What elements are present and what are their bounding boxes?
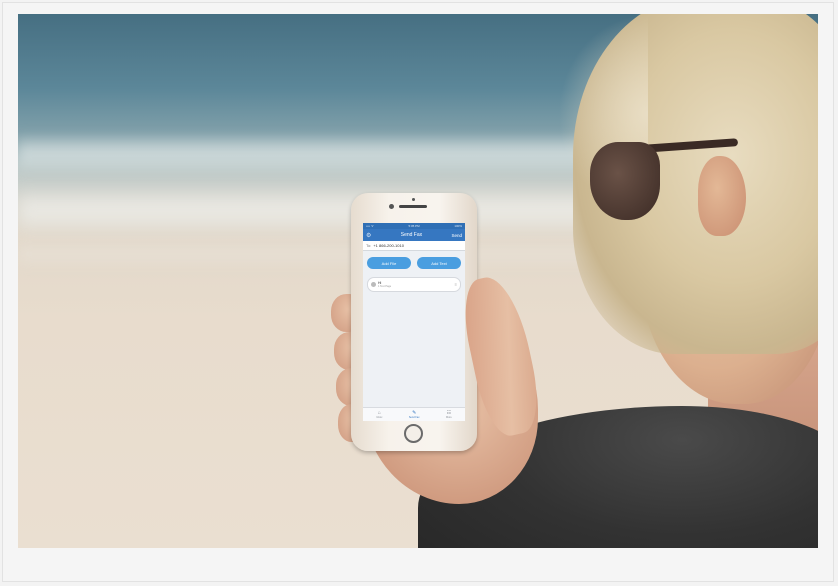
status-time: 5:05 PM (408, 224, 420, 228)
tab-label: Send Fax (408, 415, 420, 419)
add-text-button[interactable]: Add Text (417, 257, 461, 269)
to-label: To: (366, 243, 372, 248)
tab-inbox[interactable]: ⌂ Inbox (376, 410, 383, 419)
attachment-meta: Hi 1 Text Page (378, 281, 391, 289)
front-camera (389, 204, 394, 209)
recipient-field[interactable]: To: +1 866-200-1010 (363, 241, 465, 251)
remove-attachment-icon[interactable] (371, 282, 376, 287)
tab-label: Inbox (376, 415, 383, 419)
carrier-signal: •••• ᯤ (366, 224, 374, 228)
home-button (404, 424, 423, 443)
attachment-subtitle: 1 Text Page (378, 284, 392, 288)
sunglasses (590, 142, 660, 220)
tab-label: More (446, 415, 452, 419)
tab-more[interactable]: ☷ More (446, 410, 452, 419)
caption-strip (18, 548, 818, 580)
earpiece-speaker (399, 205, 427, 208)
tab-bar: ⌂ Inbox ✎ Send Fax ☷ More (363, 407, 465, 421)
add-file-button[interactable]: Add File (367, 257, 411, 269)
reorder-handle-icon[interactable]: ≡ (455, 282, 457, 287)
nav-bar: ⚙ Send Fax Send (363, 229, 465, 241)
phone-sensor (412, 198, 415, 201)
fax-number: +1 866-200-1010 (373, 243, 404, 248)
tab-send-fax[interactable]: ✎ Send Fax (408, 410, 420, 419)
phone-screen: •••• ᯤ 5:05 PM 100% ⚙ Send Fax Send To: … (363, 223, 465, 421)
send-button[interactable]: Send (451, 233, 462, 238)
gear-icon[interactable]: ⚙ (366, 232, 371, 239)
attachment-item[interactable]: Hi 1 Text Page ≡ (367, 277, 461, 292)
smartphone: •••• ᯤ 5:05 PM 100% ⚙ Send Fax Send To: … (351, 193, 477, 451)
ear (698, 156, 746, 236)
beach-photo: •••• ᯤ 5:05 PM 100% ⚙ Send Fax Send To: … (18, 14, 818, 548)
nav-title: Send Fax (400, 232, 423, 238)
battery-level: 100% (454, 224, 462, 228)
add-buttons-row: Add File Add Text (363, 251, 465, 269)
